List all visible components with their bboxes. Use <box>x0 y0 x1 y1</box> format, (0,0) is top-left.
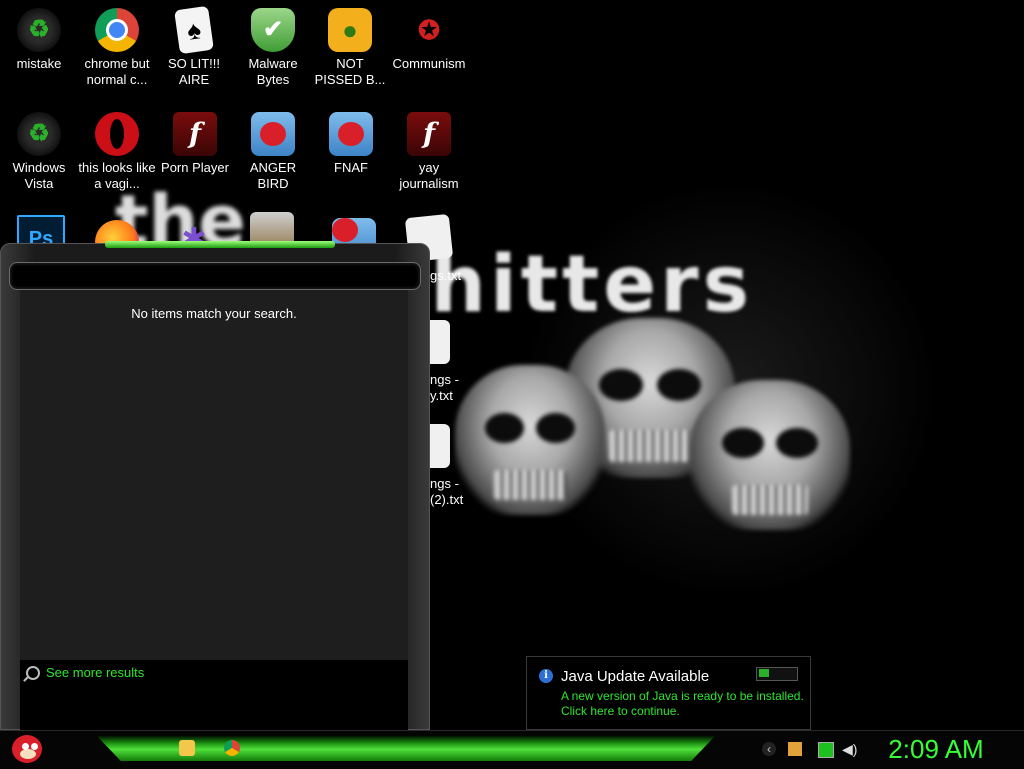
desktop-icon-label: (2).txt <box>430 492 464 507</box>
playing-cards-icon: ♠ <box>174 5 214 55</box>
start-menu-panel: No items match your search. See more res… <box>0 241 430 730</box>
shield-check-icon: ✔ <box>251 8 295 52</box>
desktop-icon-communism[interactable]: ✪ Communism <box>390 0 468 72</box>
search-footer: See more results <box>20 660 408 730</box>
no-results-message: No items match your search. <box>131 306 297 321</box>
desktop-icon-label: mistake <box>16 56 62 71</box>
wallpaper-skull <box>690 380 850 530</box>
wallpaper-skull <box>455 365 605 515</box>
desktop-icon-label: yay journalism <box>399 160 459 191</box>
desktop-icon-label: Communism <box>392 56 466 71</box>
desktop-icon-yay-journalism[interactable]: f yay journalism <box>390 104 468 192</box>
desktop-icon-not-pissed[interactable]: ● NOT PISSED B... <box>311 0 389 88</box>
desktop-icon-label: chrome but normal c... <box>84 56 150 87</box>
desktop-icon-label: Malware Bytes <box>248 56 298 87</box>
taskbar: ‹ ◀) 2:09 AM <box>0 730 1024 769</box>
notification-title: Java Update Available <box>561 668 710 685</box>
desktop-icon-label: gs.txt <box>430 268 462 283</box>
desktop-icon-chrome[interactable]: chrome but normal c... <box>78 0 156 88</box>
desktop-icon-label: SO LIT!!! AIRE <box>167 56 220 87</box>
desktop-icon-label: this looks like a vagi... <box>78 160 156 191</box>
desktop-icon-label: Windows Vista <box>12 160 66 191</box>
desktop-icon-mistake[interactable]: ♻ mistake <box>0 0 78 72</box>
desktop-icon-label: Porn Player <box>161 160 229 175</box>
desktop-icon-windows-vista[interactable]: ♻ Windows Vista <box>0 104 78 192</box>
info-icon: i <box>539 669 553 683</box>
desktop-icon-label: NOT PISSED B... <box>314 56 386 87</box>
desktop-icon-opera[interactable]: this looks like a vagi... <box>78 104 156 192</box>
volume-icon[interactable]: ◀) <box>842 742 857 756</box>
notification-line: A new version of Java is ready to be ins… <box>561 689 804 703</box>
network-icon[interactable] <box>818 742 834 758</box>
green-pig-icon: ● <box>328 8 372 52</box>
start-orb-belly <box>20 749 36 759</box>
taskbar-clock[interactable]: 2:09 AM <box>868 734 1004 765</box>
desktop-icon-malwarebytes[interactable]: ✔ Malware Bytes <box>234 0 312 88</box>
desktop-icon-porn-player[interactable]: f Porn Player <box>156 104 234 176</box>
search-results-pane: No items match your search. <box>20 290 408 660</box>
desktop-icon-anger-bird[interactable]: ANGER BIRD <box>234 104 312 192</box>
search-icon <box>26 665 40 680</box>
chrome-icon[interactable] <box>224 740 240 756</box>
see-more-results-label: See more results <box>46 665 145 680</box>
desktop-icon-so-lit-aire[interactable]: ♠ SO LIT!!! AIRE <box>155 0 233 88</box>
notification-close-toggle[interactable] <box>756 667 798 681</box>
start-button[interactable] <box>8 729 46 767</box>
desktop-icon-label: ngs - <box>430 476 459 491</box>
opera-icon <box>95 112 139 156</box>
action-center-flag-icon[interactable] <box>788 742 802 756</box>
recycle-bin-icon: ♻ <box>17 112 61 156</box>
desktop-icon-label: ngs - <box>430 372 459 387</box>
file-explorer-icon[interactable] <box>179 740 195 756</box>
notification-line: Click here to continue. <box>561 704 680 718</box>
flash-icon: f <box>407 112 451 156</box>
start-menu-glow <box>105 241 335 248</box>
desktop-icon-fnaf[interactable]: FNAF <box>312 104 390 176</box>
desktop-icon-label: FNAF <box>334 160 368 175</box>
java-update-notification[interactable]: i Java Update Available A new version of… <box>526 656 811 730</box>
flash-icon: f <box>173 112 217 156</box>
angry-bird-icon <box>329 112 373 156</box>
desktop-icon-label: ANGER BIRD <box>249 160 297 191</box>
recycle-bin-icon: ♻ <box>17 8 61 52</box>
chrome-icon <box>95 8 139 52</box>
notification-body[interactable]: A new version of Java is ready to be ins… <box>561 689 804 719</box>
start-search-input[interactable] <box>9 262 421 290</box>
start-orb-eye <box>22 743 29 750</box>
angry-bird-icon <box>251 112 295 156</box>
start-orb-eye <box>31 743 38 750</box>
desktop-icon-label: y.txt <box>430 388 453 403</box>
emblem-icon: ✪ <box>418 15 440 45</box>
show-hidden-icons-icon[interactable]: ‹ <box>762 742 776 756</box>
see-more-results-link[interactable]: See more results <box>26 665 144 680</box>
